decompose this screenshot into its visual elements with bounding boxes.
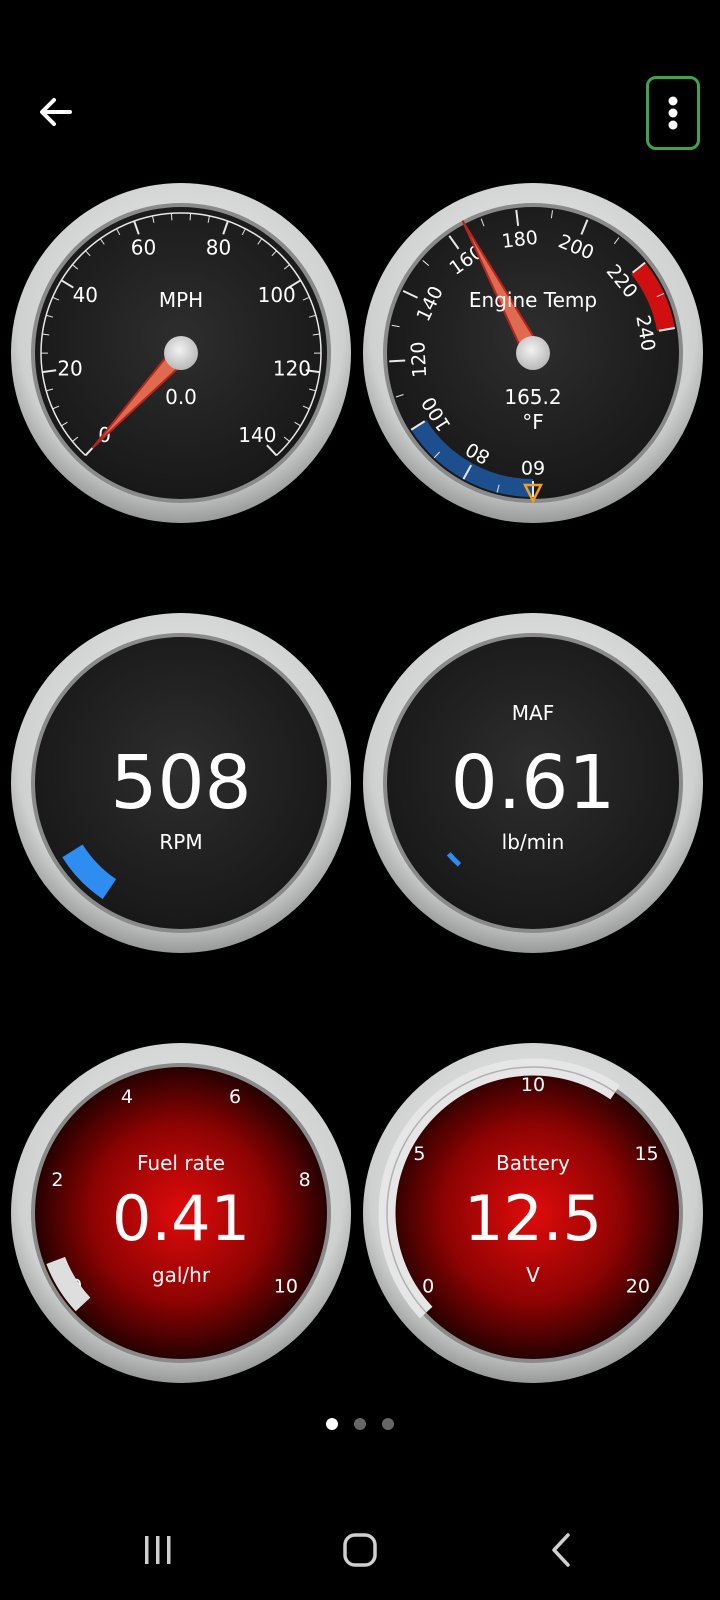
arrow-left-icon — [40, 98, 72, 126]
temp-needle-hub — [516, 336, 550, 370]
maf-gauge-unit: lb/min — [501, 830, 565, 854]
speed-gauge[interactable]: 020406080100120140 MPH 0.0 — [6, 178, 356, 528]
maf-gauge-value: 0.61 — [450, 740, 616, 826]
rpm-gauge-unit: RPM — [159, 830, 203, 854]
mph-tick-label: 60 — [131, 235, 156, 259]
engine-temp-gauge[interactable]: 60 80 100 120 140 160 180 200 220 240 Engine Temp… — [358, 178, 708, 528]
temp-tick-label: 60 — [521, 456, 545, 478]
system-back-button[interactable] — [522, 1520, 602, 1580]
engine-temp-gauge-title: Engine Temp — [468, 288, 598, 312]
recent-apps-button[interactable] — [118, 1520, 198, 1580]
page-dot-1[interactable] — [326, 1418, 338, 1430]
recent-apps-icon — [145, 1536, 171, 1564]
page-indicator — [0, 1418, 720, 1442]
battery-gauge-unit: V — [526, 1263, 540, 1287]
maf-gauge[interactable]: MAF 0.61 lb/min — [358, 608, 708, 958]
engine-temp-gauge-dial: 6080100120140160180 200220240 — [363, 183, 703, 523]
mph-tick-label: 120 — [273, 356, 311, 380]
more-vertical-icon — [668, 96, 678, 130]
speed-gauge-title: MPH — [158, 288, 204, 312]
temp-tick — [389, 359, 406, 363]
fuel-rate-gauge-unit: gal/hr — [151, 1263, 211, 1287]
battery-gauge[interactable]: 0 5 10 15 20 Battery 12.5 V — [358, 1038, 708, 1388]
fuel-rate-gauge-title: Fuel rate — [137, 1151, 225, 1175]
system-nav-bar — [0, 1500, 720, 1600]
fuel-rate-gauge[interactable]: 0 2 4 6 8 10 Fuel rate 0.41 gal/hr — [6, 1038, 356, 1388]
maf-gauge-title: MAF — [511, 701, 555, 725]
fuel-rate-gauge-value: 0.41 — [111, 1182, 251, 1255]
fuel-tick-label: 4 — [121, 1086, 133, 1108]
speed-gauge-dial: 020406080100120140 — [11, 183, 351, 523]
fuel-tick-label: 6 — [229, 1086, 241, 1108]
speed-gauge-value: 0.0 — [165, 385, 197, 409]
mph-tick-label: 140 — [238, 423, 276, 447]
engine-temp-gauge-value: 165.2 — [504, 385, 562, 409]
engine-temp-gauge-unit: °F — [522, 410, 544, 434]
back-button[interactable] — [28, 84, 84, 140]
mph-needle-hub — [164, 336, 198, 370]
page-dot-3[interactable] — [382, 1418, 394, 1430]
battery-gauge-value: 12.5 — [463, 1182, 603, 1255]
temp-tick-label: 180 — [500, 227, 539, 253]
home-icon — [343, 1533, 377, 1567]
rpm-gauge-value: 508 — [110, 740, 252, 826]
battery-gauge-title: Battery — [495, 1151, 571, 1175]
back-chevron-icon — [552, 1533, 570, 1567]
home-button[interactable] — [320, 1520, 400, 1580]
mph-tick-label: 80 — [206, 235, 231, 259]
batt-tick-label: 10 — [521, 1074, 545, 1096]
rpm-gauge[interactable]: 508 RPM — [6, 608, 356, 958]
top-bar — [0, 0, 720, 200]
more-options-button[interactable] — [646, 76, 700, 150]
page-dot-2[interactable] — [354, 1418, 366, 1430]
mph-tick-label: 20 — [57, 356, 82, 380]
temp-tick-label: 120 — [407, 341, 431, 378]
